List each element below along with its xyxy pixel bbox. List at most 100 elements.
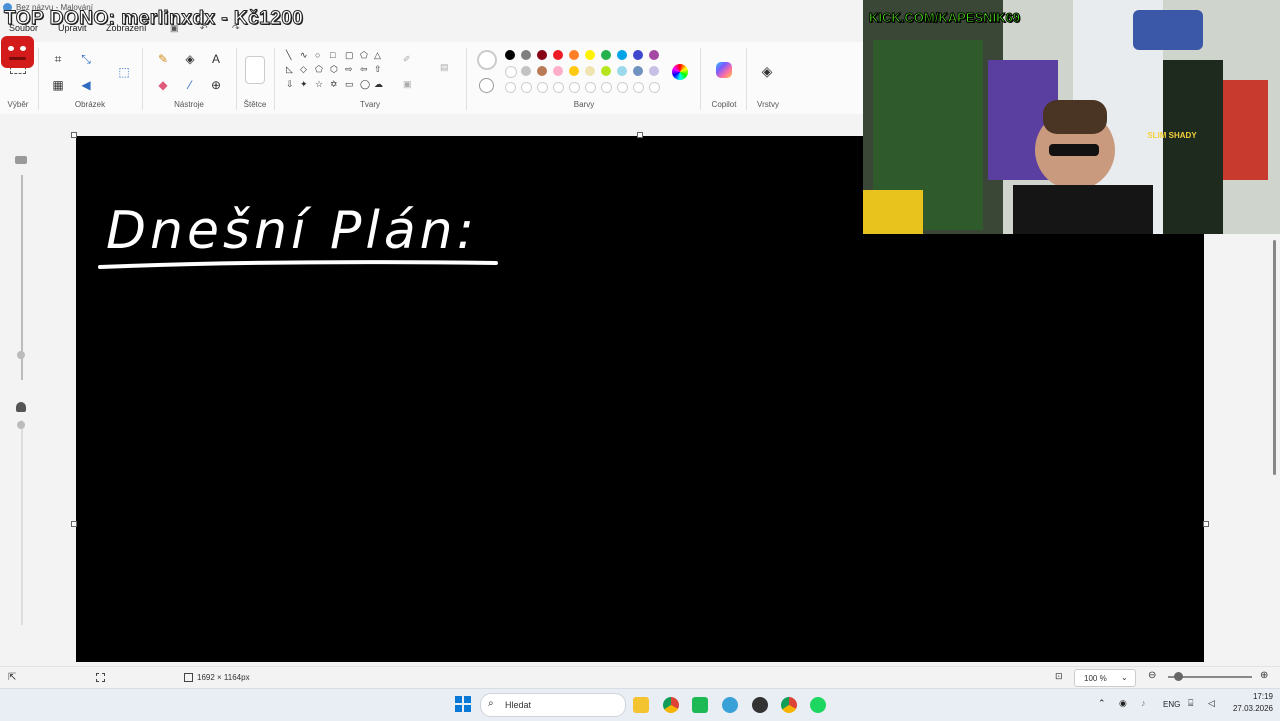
color-swatch[interactable] — [521, 50, 531, 60]
color-swatch[interactable] — [505, 50, 515, 60]
color-swatch[interactable] — [633, 50, 643, 60]
fit-to-window-icon[interactable]: ⊡ — [1055, 671, 1063, 682]
arrow-up-shape-icon[interactable]: ⇧ — [374, 64, 382, 75]
custom-color-slot[interactable] — [521, 82, 532, 93]
shape-style-icon[interactable]: ▤ — [440, 62, 449, 73]
color-swatch[interactable] — [601, 66, 611, 76]
zoom-in-icon[interactable]: ⊕ — [1260, 670, 1268, 681]
color-swatch[interactable] — [585, 50, 595, 60]
custom-color-slot[interactable] — [569, 82, 580, 93]
pencil-icon[interactable]: ✎ — [155, 51, 171, 67]
color-swatch[interactable] — [649, 50, 659, 60]
remove-background-icon[interactable]: ⬚ — [116, 64, 132, 80]
primary-color-swatch[interactable] — [477, 50, 497, 70]
crop-icon[interactable]: ⌗ — [50, 51, 66, 67]
cloud-callout-shape-icon[interactable]: ☁ — [374, 79, 383, 90]
pentagon-shape-icon[interactable]: ⬠ — [315, 64, 323, 75]
zoom-slider-thumb[interactable] — [1174, 672, 1183, 681]
windows-start-icon[interactable] — [455, 696, 471, 712]
resize-handle[interactable] — [1203, 521, 1209, 527]
custom-color-slot[interactable] — [633, 82, 644, 93]
color-swatch[interactable] — [633, 66, 643, 76]
callout-shape-icon[interactable]: ▭ — [345, 79, 354, 90]
chrome-icon[interactable] — [663, 697, 679, 713]
resize-handle[interactable] — [637, 132, 643, 138]
brush-size-thumb[interactable] — [17, 351, 25, 359]
brush-icon[interactable] — [245, 56, 265, 84]
resize-icon[interactable]: ⤡ — [78, 51, 94, 67]
star-shape-icon[interactable]: ☆ — [315, 79, 323, 90]
color-swatch[interactable] — [649, 66, 659, 76]
arrow-right-shape-icon[interactable]: ⇨ — [345, 64, 353, 75]
color-swatch[interactable] — [569, 50, 579, 60]
hexagon-shape-icon[interactable]: ⬡ — [330, 64, 338, 75]
edit-colors-icon[interactable] — [672, 64, 688, 80]
color-swatch[interactable] — [585, 66, 595, 76]
color-swatch[interactable] — [617, 66, 627, 76]
arrow-down-shape-icon[interactable]: ⇩ — [286, 79, 294, 90]
rotate-icon[interactable]: ◀ — [78, 77, 94, 93]
network-icon[interactable]: ⌸ — [1188, 698, 1193, 709]
custom-color-slot[interactable] — [585, 82, 596, 93]
color-swatch[interactable] — [569, 66, 579, 76]
oval-shape-icon[interactable]: ○ — [315, 50, 320, 60]
resize-handle[interactable] — [71, 132, 77, 138]
color-swatch[interactable] — [537, 66, 547, 76]
arrow-left-shape-icon[interactable]: ⇦ — [360, 64, 368, 75]
color-swatch[interactable] — [505, 66, 517, 78]
diamond-shape-icon[interactable]: ◇ — [300, 64, 307, 75]
microphone-icon[interactable]: ♪ — [1141, 698, 1146, 708]
rectangle-shape-icon[interactable]: □ — [330, 50, 335, 60]
custom-color-slot[interactable] — [553, 82, 564, 93]
spotify-icon[interactable] — [810, 697, 826, 713]
custom-color-slot[interactable] — [649, 82, 660, 93]
text-icon[interactable]: A — [208, 51, 224, 67]
six-point-star-shape-icon[interactable]: ✡ — [330, 79, 338, 90]
magnifier-icon[interactable]: ⊕ — [208, 77, 224, 93]
secondary-color-swatch[interactable] — [479, 78, 494, 93]
volume-icon[interactable]: ◁ — [1208, 698, 1215, 709]
line-shape-icon[interactable]: ╲ — [286, 50, 291, 61]
curve-shape-icon[interactable]: ∿ — [300, 50, 308, 61]
color-swatch[interactable] — [617, 50, 627, 60]
opacity-slider[interactable] — [21, 420, 23, 625]
green-app-icon[interactable] — [692, 697, 708, 713]
custom-color-slot[interactable] — [537, 82, 548, 93]
fill-style-icon[interactable]: ▣ — [403, 79, 412, 90]
triangle-shape-icon[interactable]: △ — [374, 50, 381, 61]
color-swatch[interactable] — [601, 50, 611, 60]
vertical-scrollbar[interactable] — [1273, 240, 1276, 475]
obs-icon[interactable] — [752, 697, 768, 713]
color-swatch[interactable] — [521, 66, 531, 76]
zoom-out-icon[interactable]: ⊖ — [1148, 670, 1156, 681]
rounded-rectangle-shape-icon[interactable]: ▢ — [345, 50, 354, 61]
tray-app-icon[interactable]: ◉ — [1119, 698, 1127, 709]
color-swatch[interactable] — [553, 50, 563, 60]
custom-color-slot[interactable] — [505, 82, 516, 93]
layers-icon[interactable]: ◈ — [759, 63, 775, 79]
clock-date[interactable]: 27.03.2026 — [1223, 704, 1273, 713]
custom-color-slot[interactable] — [617, 82, 628, 93]
right-triangle-shape-icon[interactable]: ◺ — [286, 64, 293, 75]
color-swatch[interactable] — [553, 66, 563, 76]
image-select-icon[interactable]: ▦ — [50, 77, 66, 93]
file-explorer-icon[interactable] — [633, 697, 649, 713]
taskbar-search[interactable]: ⌕ Hledat — [480, 693, 626, 717]
oval-callout-shape-icon[interactable]: ◯ — [360, 79, 370, 90]
color-swatch[interactable] — [537, 50, 547, 60]
outline-icon[interactable]: ✐ — [403, 54, 411, 65]
resize-handle[interactable] — [71, 521, 77, 527]
opacity-thumb[interactable] — [17, 421, 25, 429]
chrome-profile-icon[interactable] — [781, 697, 797, 713]
color-picker-icon[interactable]: ⁄ — [182, 77, 198, 93]
polygon-shape-icon[interactable]: ⬠ — [360, 50, 368, 61]
fill-icon[interactable]: ◈ — [182, 51, 198, 67]
copilot-icon[interactable] — [716, 62, 732, 78]
eraser-icon[interactable]: ◆ — [155, 77, 171, 93]
clock-time[interactable]: 17:19 — [1229, 692, 1273, 701]
custom-color-slot[interactable] — [601, 82, 612, 93]
four-point-star-shape-icon[interactable]: ✦ — [300, 79, 308, 90]
edge-icon[interactable] — [722, 697, 738, 713]
language-indicator[interactable]: ENG — [1163, 700, 1180, 709]
brush-size-slider[interactable] — [21, 175, 23, 380]
